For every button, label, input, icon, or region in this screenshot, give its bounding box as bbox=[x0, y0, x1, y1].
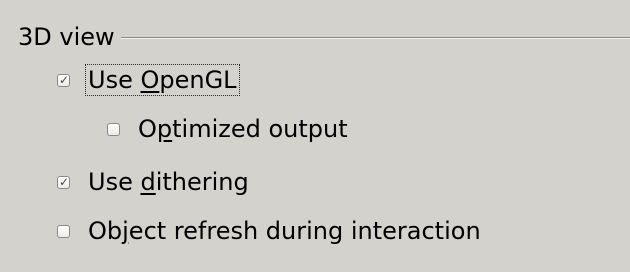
use-opengl-label-part-1: Use bbox=[88, 66, 141, 94]
optimized-output-label-part-2: timized output bbox=[172, 115, 348, 143]
object-refresh-label-part-2: ect refresh during interaction bbox=[128, 217, 481, 245]
group-separator-line bbox=[120, 37, 630, 39]
group-title: 3D view bbox=[18, 23, 115, 51]
use-opengl-label[interactable]: Use OpenGL bbox=[85, 64, 240, 96]
optimized-output-accelerator: p bbox=[156, 115, 173, 143]
use-opengl-accelerator: O bbox=[140, 66, 160, 94]
use-opengl-checkbox[interactable]: ✓ bbox=[57, 72, 70, 87]
optimized-output-checkbox-row[interactable]: Optimized output bbox=[107, 113, 350, 145]
optimized-output-checkbox[interactable] bbox=[107, 122, 120, 136]
optimized-output-label-part-1: O bbox=[138, 115, 157, 143]
use-dithering-checkbox[interactable]: ✓ bbox=[57, 174, 70, 189]
use-dithering-accelerator: d bbox=[140, 168, 156, 196]
object-refresh-label[interactable]: Object refresh during interaction bbox=[86, 216, 483, 246]
checkmark-icon: ✓ bbox=[59, 174, 70, 189]
object-refresh-label-part-1: Ob bbox=[88, 217, 123, 245]
optimized-output-label[interactable]: Optimized output bbox=[136, 114, 350, 144]
use-dithering-label-part-2: ithering bbox=[155, 168, 249, 196]
use-dithering-label[interactable]: Use dithering bbox=[86, 167, 251, 197]
object-refresh-checkbox-row[interactable]: Object refresh during interaction bbox=[57, 215, 483, 247]
object-refresh-accelerator: j bbox=[122, 217, 129, 245]
use-dithering-label-part-1: Use bbox=[88, 168, 141, 196]
use-dithering-checkbox-row[interactable]: ✓ Use dithering bbox=[57, 166, 251, 198]
checkmark-icon: ✓ bbox=[59, 72, 70, 87]
use-opengl-checkbox-row[interactable]: ✓ Use OpenGL bbox=[57, 64, 240, 96]
object-refresh-checkbox[interactable] bbox=[57, 224, 70, 238]
group-header-3d-view: 3D view bbox=[18, 22, 630, 52]
use-opengl-label-part-2: penGL bbox=[159, 66, 237, 94]
